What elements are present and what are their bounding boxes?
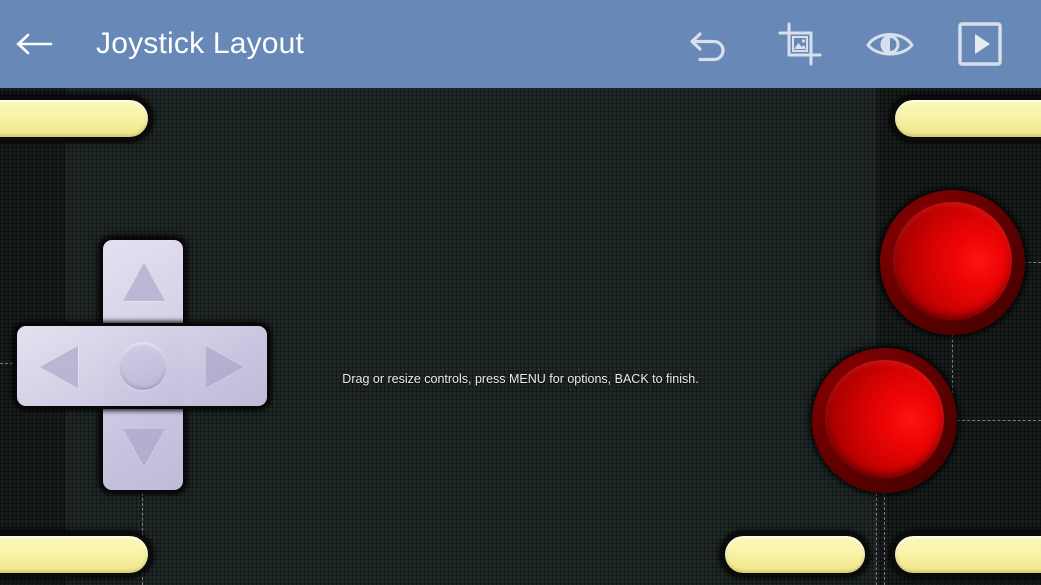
play-button[interactable]: [935, 0, 1025, 88]
back-arrow-icon: [16, 33, 53, 55]
pill-button-top-right[interactable]: [891, 96, 1041, 141]
dpad-control[interactable]: [14, 237, 270, 493]
dpad-left-icon[interactable]: [40, 346, 78, 388]
dpad-up-icon[interactable]: [123, 263, 165, 301]
play-icon: [958, 22, 1002, 66]
back-button[interactable]: [0, 0, 70, 88]
joystick-layout-screen: Joystick Layout Drag or resize controls,…: [0, 0, 1041, 585]
round-button-b[interactable]: [812, 348, 957, 493]
pill-button-bottom-right[interactable]: [891, 532, 1041, 577]
toolbar: [665, 0, 1025, 88]
dpad-center-circle[interactable]: [119, 342, 167, 390]
guide-vertical-button-b: [884, 492, 885, 585]
pill-button-bottom-left[interactable]: [0, 532, 152, 577]
crop-icon: [778, 22, 822, 66]
round-button-a[interactable]: [880, 190, 1025, 335]
guide-horizontal-button-b: [952, 420, 1041, 421]
page-title: Joystick Layout: [96, 27, 305, 60]
eye-icon: [866, 33, 914, 56]
pill-button-top-left[interactable]: [0, 96, 152, 141]
layout-canvas[interactable]: Drag or resize controls, press MENU for …: [0, 88, 1041, 585]
right-margin-band: [876, 88, 1041, 585]
preview-button[interactable]: [845, 0, 935, 88]
undo-icon: [690, 32, 725, 62]
dpad-right-icon[interactable]: [206, 346, 244, 388]
titlebar: Joystick Layout: [0, 0, 1041, 88]
pill-button-bottom-center[interactable]: [721, 532, 869, 577]
dpad-down-icon[interactable]: [123, 429, 165, 467]
guide-vertical-pill-center: [876, 488, 877, 585]
undo-button[interactable]: [665, 0, 755, 88]
crop-button[interactable]: [755, 0, 845, 88]
